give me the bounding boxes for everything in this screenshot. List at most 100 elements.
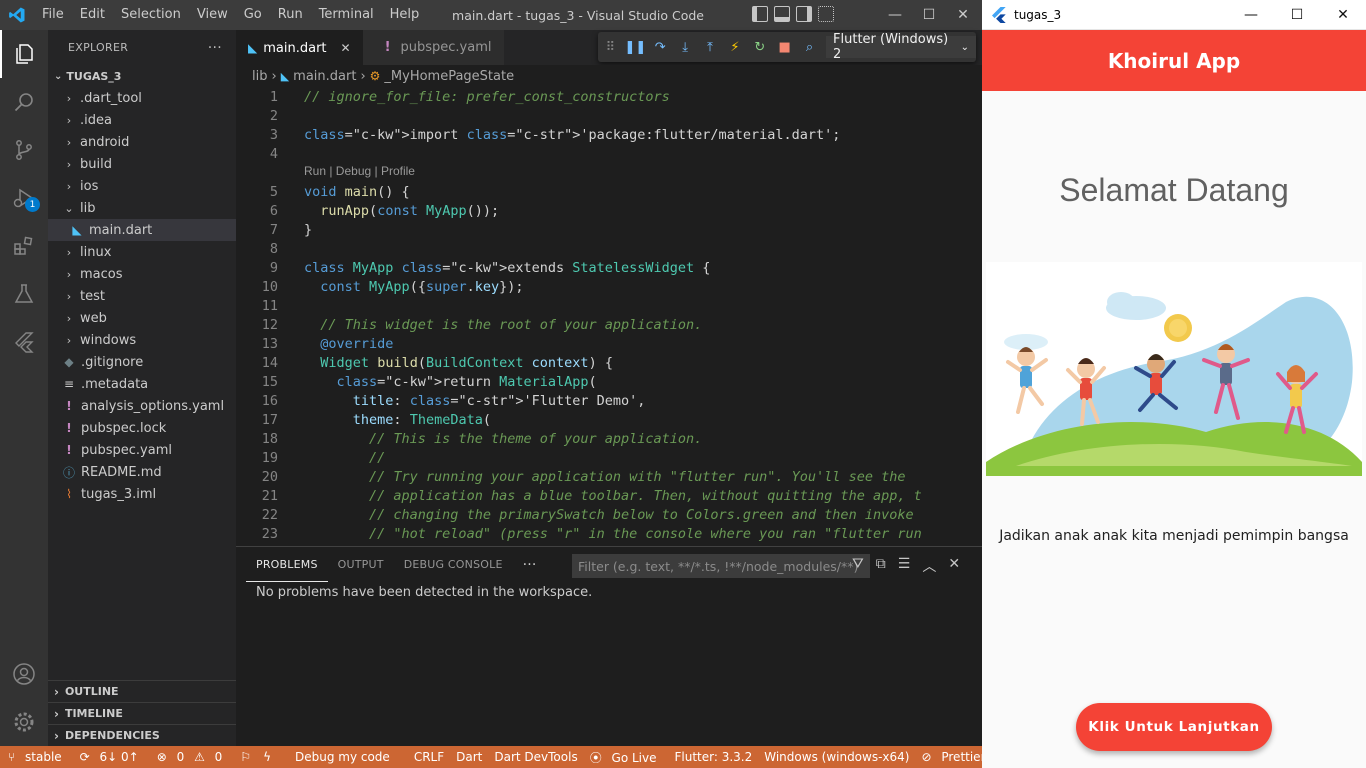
code-text: Widget build(BuildContext context) {	[320, 354, 613, 371]
problems-status[interactable]: ⊗ 0 ⚠ 0	[151, 750, 235, 764]
tree-item[interactable]: › build	[48, 153, 236, 175]
view-as-list-icon[interactable]: ☰	[898, 556, 911, 576]
hot-reload-icon[interactable]: ⚡	[722, 34, 747, 60]
menu-item-edit[interactable]: Edit	[72, 0, 113, 30]
codelens[interactable]: Run | Debug | Profile	[304, 164, 415, 178]
breadcrumb-item[interactable]: _MyHomePageState	[384, 69, 514, 84]
explorer-icon[interactable]	[0, 30, 48, 78]
toggle-secondary-sidebar-icon[interactable]	[796, 6, 812, 22]
flutter-version-status[interactable]: Flutter: 3.3.2	[669, 750, 759, 764]
tree-item[interactable]: ! pubspec.yaml	[48, 439, 236, 461]
pause-icon[interactable]: ❚❚	[623, 34, 648, 60]
continue-button[interactable]: Klik Untuk Lanjutkan	[1076, 703, 1272, 751]
toggle-sidebar-icon[interactable]	[752, 6, 768, 22]
customize-layout-icon[interactable]	[818, 6, 834, 22]
language-status[interactable]: Dart	[450, 750, 488, 764]
extensions-icon[interactable]	[0, 222, 48, 270]
run-debug-icon[interactable]: 1	[0, 174, 48, 222]
minimize-icon[interactable]: —	[878, 0, 912, 30]
testing-icon[interactable]	[0, 270, 48, 318]
workspace-root[interactable]: ⌄ TUGAS_3	[48, 65, 236, 87]
menu-item-help[interactable]: Help	[382, 0, 428, 30]
sync-label: 6↓ 0↑	[99, 750, 139, 764]
tree-item[interactable]: ⓘ README.md	[48, 461, 236, 483]
tree-item[interactable]: ≡ .metadata	[48, 373, 236, 395]
restart-icon[interactable]: ↻	[747, 34, 772, 60]
tree-item[interactable]: ⌄ lib	[48, 197, 236, 219]
tree-item[interactable]: ◣ main.dart	[48, 219, 236, 241]
breadcrumb-item[interactable]: main.dart	[293, 69, 356, 84]
breadcrumb-item[interactable]: lib	[252, 69, 267, 84]
close-icon[interactable]: ✕	[946, 0, 980, 30]
step-into-icon[interactable]: ⤓	[673, 34, 698, 60]
tab-problems[interactable]: PROBLEMS	[246, 547, 328, 582]
menu-item-selection[interactable]: Selection	[113, 0, 189, 30]
section-dependencies[interactable]: › DEPENDENCIES	[48, 724, 236, 746]
account-icon[interactable]	[0, 650, 48, 698]
tab-close-icon[interactable]: ✕	[341, 41, 351, 55]
section-timeline[interactable]: › TIMELINE	[48, 702, 236, 724]
code-line: 3 class="c-kw">import class="c-str">'pack…	[236, 125, 886, 144]
filter-icon[interactable]: ⛛	[852, 556, 864, 576]
tree-item[interactable]: › test	[48, 285, 236, 307]
more-actions-icon[interactable]: ···	[208, 40, 222, 56]
collapse-all-icon[interactable]: ⧉	[876, 556, 886, 576]
toggle-panel-icon[interactable]	[774, 6, 790, 22]
tree-item[interactable]: › macos	[48, 263, 236, 285]
search-icon[interactable]	[0, 78, 48, 126]
source-control-icon[interactable]	[0, 126, 48, 174]
close-panel-icon[interactable]: ✕	[948, 556, 960, 576]
tree-item[interactable]: ⌇ tugas_3.iml	[48, 483, 236, 505]
tree-item[interactable]: › ios	[48, 175, 236, 197]
tab-output[interactable]: OUTPUT	[328, 547, 394, 582]
breadcrumb: lib › ◣ main.dart › ⚙ _MyHomePageState	[236, 65, 982, 87]
app-close-icon[interactable]: ✕	[1320, 0, 1366, 30]
code-line: 20 // Try running your application with …	[236, 467, 906, 486]
tree-item[interactable]: ! analysis_options.yaml	[48, 395, 236, 417]
yaml-file-icon: !	[384, 40, 391, 55]
hot-reload-status-icon[interactable]: ϟ	[257, 750, 277, 764]
branch-status[interactable]: ⑂ stable	[0, 750, 74, 764]
line-number: 20	[261, 468, 278, 485]
menu-item-terminal[interactable]: Terminal	[311, 0, 382, 30]
code-editor[interactable]: 1 // ignore_for_file: prefer_const_constr…	[236, 87, 982, 546]
panel-more-icon[interactable]: ···	[513, 547, 547, 582]
devtools-status[interactable]: Dart DevTools	[488, 750, 583, 764]
go-live-status[interactable]: ⦿ Go Live	[584, 749, 669, 766]
tree-item[interactable]: ◆ .gitignore	[48, 351, 236, 373]
menu-item-go[interactable]: Go	[236, 0, 270, 30]
debug-status-icon[interactable]: ⚐	[234, 750, 257, 764]
app-minimize-icon[interactable]: —	[1228, 0, 1274, 30]
tab-debug-console[interactable]: DEBUG CONSOLE	[394, 547, 513, 582]
problems-filter-input[interactable]: Filter (e.g. text, **/*.ts, !**/node_mod…	[572, 554, 870, 578]
maximize-icon[interactable]: ☐	[912, 0, 946, 30]
tab-pubspec-yaml[interactable]: ! pubspec.yaml	[362, 30, 504, 65]
section-outline[interactable]: › OUTLINE	[48, 680, 236, 702]
code-text: void main() {	[304, 183, 410, 200]
stop-icon[interactable]: ■	[772, 34, 797, 60]
tree-item[interactable]: › windows	[48, 329, 236, 351]
tree-item[interactable]: › .dart_tool	[48, 87, 236, 109]
tree-item[interactable]: › android	[48, 131, 236, 153]
tree-item[interactable]: › web	[48, 307, 236, 329]
tree-item[interactable]: › .idea	[48, 109, 236, 131]
sync-status[interactable]: ⟳ 6↓ 0↑	[74, 750, 151, 764]
step-over-icon[interactable]: ↷	[648, 34, 673, 60]
debug-target-select[interactable]: Flutter (Windows) 2 ⌄	[826, 32, 976, 62]
devtools-search-icon[interactable]: ⌕	[797, 34, 822, 60]
tree-item[interactable]: › linux	[48, 241, 236, 263]
tab-main-dart[interactable]: ◣ main.dart ✕	[236, 30, 363, 65]
settings-gear-icon[interactable]	[0, 698, 48, 746]
flutter-icon[interactable]	[0, 318, 48, 366]
tree-item[interactable]: ! pubspec.lock	[48, 417, 236, 439]
menu-item-run[interactable]: Run	[270, 0, 311, 30]
maximize-panel-icon[interactable]: ︿	[922, 556, 936, 576]
step-out-icon[interactable]: ⤒	[698, 34, 723, 60]
menu-item-view[interactable]: View	[189, 0, 236, 30]
device-status[interactable]: Windows (windows-x64)	[758, 750, 915, 764]
eol-status[interactable]: CRLF	[408, 750, 450, 764]
app-maximize-icon[interactable]: ☐	[1274, 0, 1320, 30]
menu-item-file[interactable]: File	[34, 0, 72, 30]
debug-my-code[interactable]: Debug my code	[289, 750, 396, 764]
drag-handle-icon[interactable]: ⠿	[598, 34, 623, 60]
